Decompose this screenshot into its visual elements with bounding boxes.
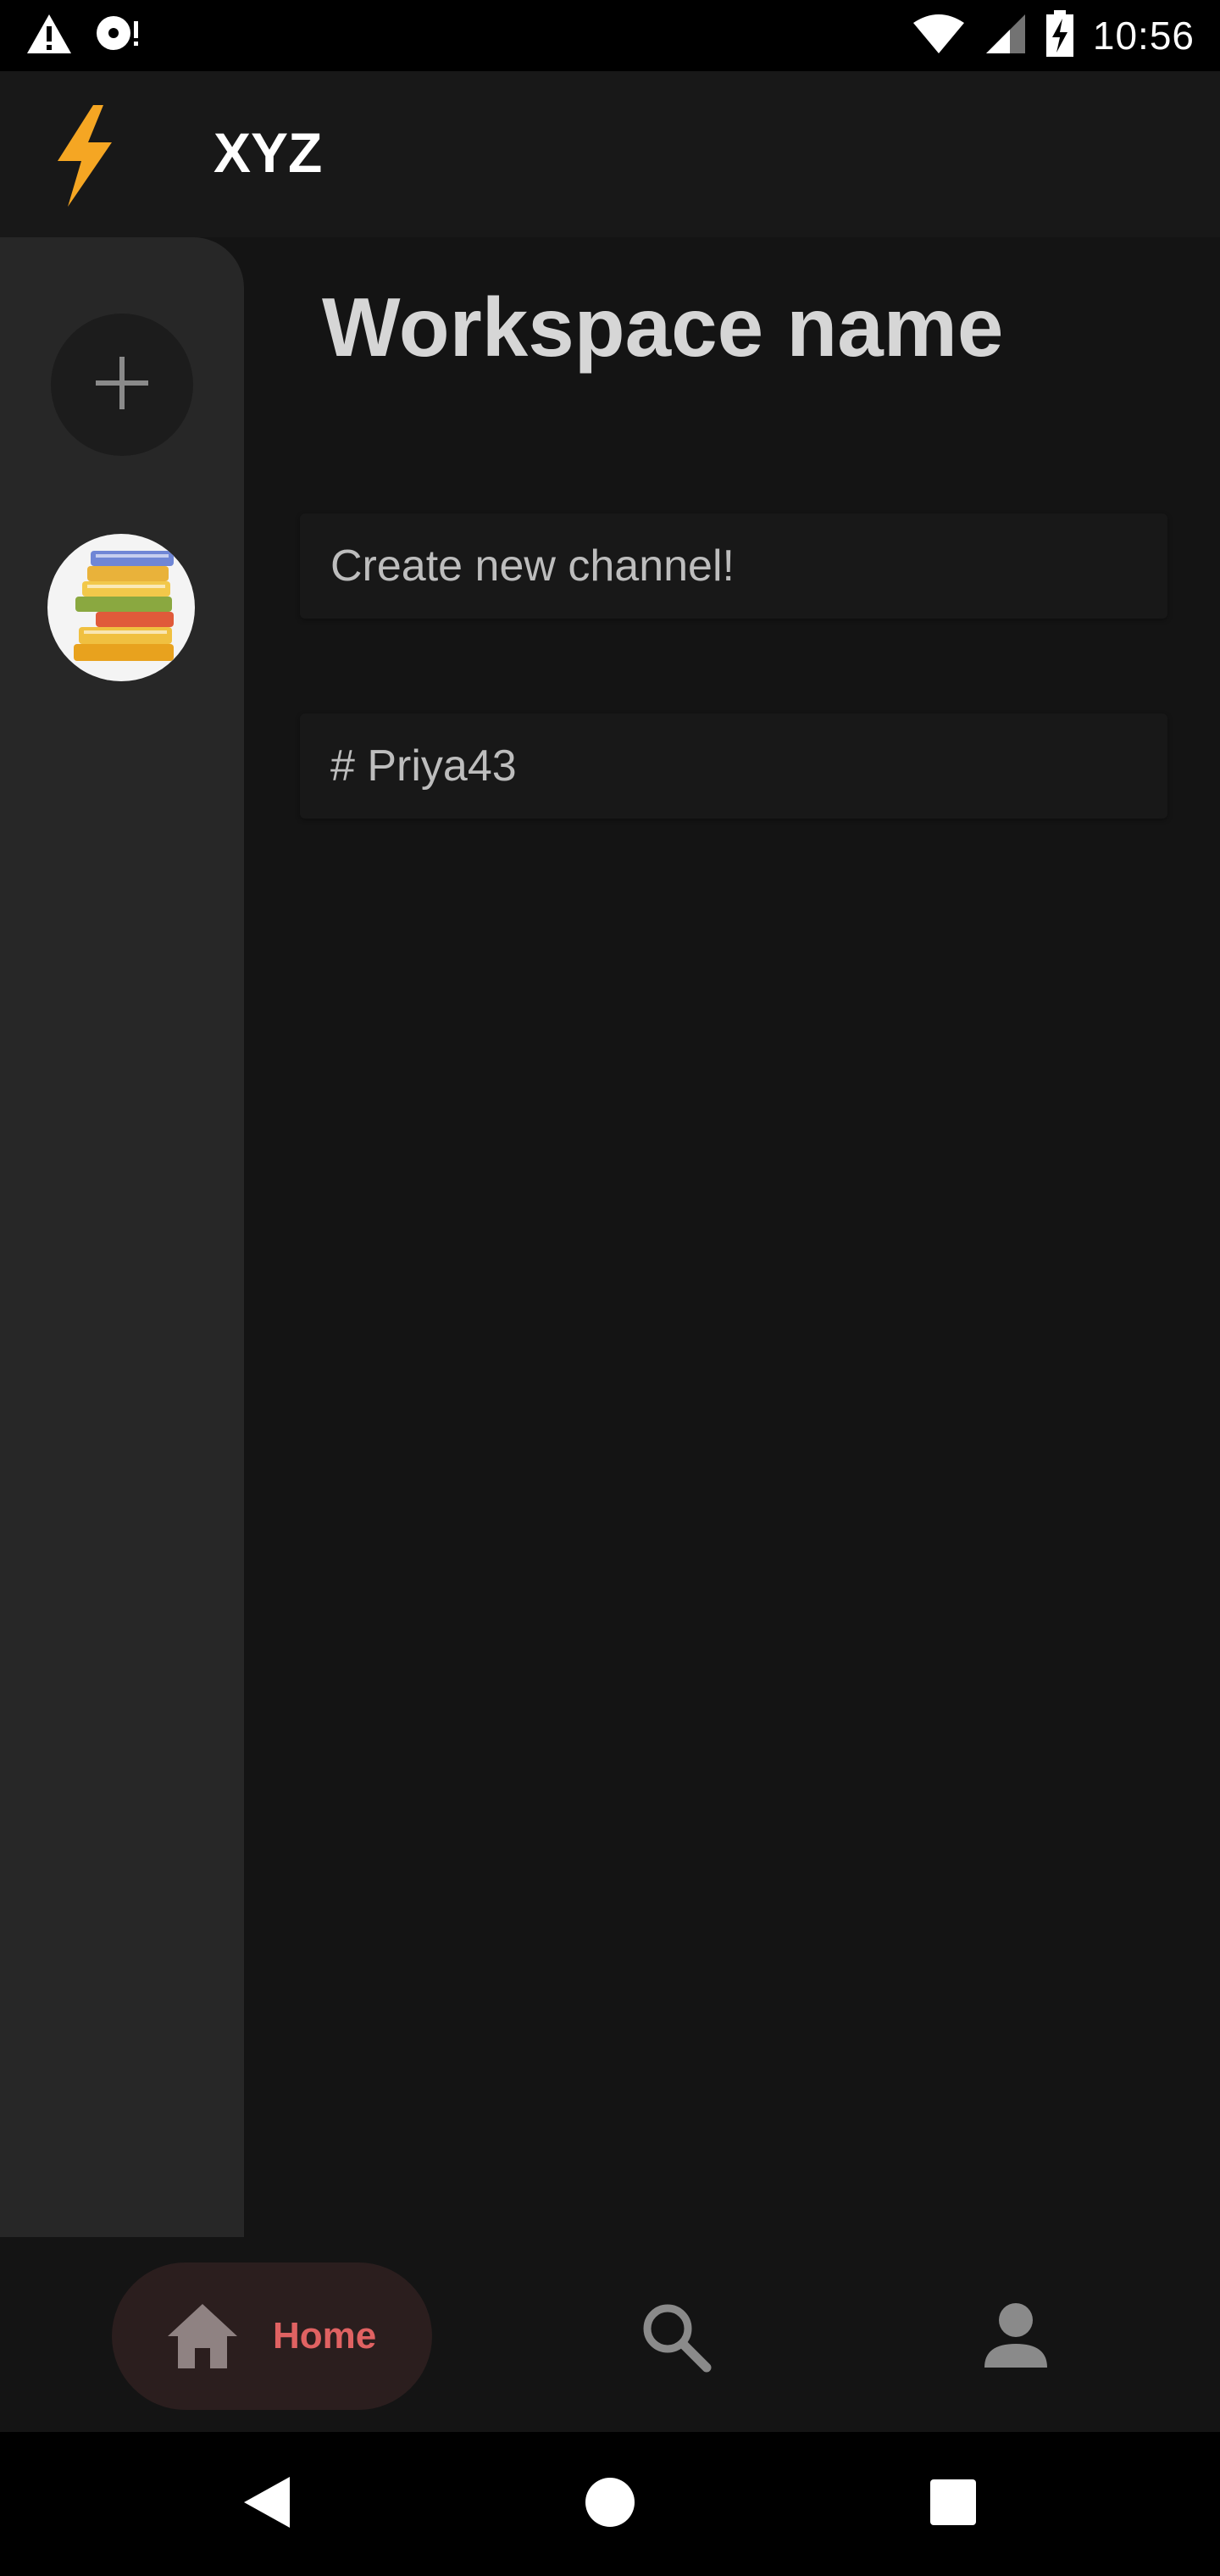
back-button[interactable] xyxy=(241,2432,291,2576)
system-nav-bar xyxy=(0,2432,1220,2576)
books-stack-icon xyxy=(62,542,180,674)
warning-icon xyxy=(25,13,73,59)
nav-home-tab[interactable]: Home xyxy=(112,2262,432,2410)
status-right-icons: 10:56 xyxy=(912,8,1195,63)
home-circle-icon xyxy=(583,2475,637,2534)
workspace-avatar[interactable] xyxy=(47,534,195,681)
wifi-icon xyxy=(912,13,966,59)
create-channel-label: Create new channel! xyxy=(330,541,735,591)
workspace-name-heading: Workspace name xyxy=(322,280,1004,374)
search-icon xyxy=(639,2304,712,2376)
battery-charging-icon xyxy=(1045,9,1074,62)
signal-icon xyxy=(984,13,1027,59)
plus-icon xyxy=(94,355,150,415)
home-icon xyxy=(166,2302,239,2370)
status-bar: 10:56 xyxy=(0,0,1220,71)
profile-icon xyxy=(979,2303,1052,2376)
status-left-icons xyxy=(25,12,142,59)
workspace-rail xyxy=(0,237,244,2237)
lightning-bolt-icon xyxy=(51,105,119,211)
back-icon xyxy=(241,2475,291,2534)
channel-label: # Priya43 xyxy=(330,741,517,791)
bottom-nav: Home xyxy=(0,2237,1220,2432)
create-channel-button[interactable]: Create new channel! xyxy=(300,514,1167,619)
nav-search-tab[interactable] xyxy=(639,2300,712,2377)
app-bar: XYZ xyxy=(0,71,1220,237)
nav-home-label: Home xyxy=(273,2315,377,2357)
add-workspace-button[interactable] xyxy=(51,314,193,456)
app-title: XYZ xyxy=(214,121,323,184)
recents-icon xyxy=(929,2478,978,2531)
nav-profile-tab[interactable] xyxy=(979,2300,1052,2377)
media-notification-icon xyxy=(95,13,142,59)
status-clock: 10:56 xyxy=(1092,14,1195,58)
recents-button[interactable] xyxy=(929,2432,978,2576)
channel-item[interactable]: # Priya43 xyxy=(300,713,1167,819)
home-button[interactable] xyxy=(583,2432,637,2576)
